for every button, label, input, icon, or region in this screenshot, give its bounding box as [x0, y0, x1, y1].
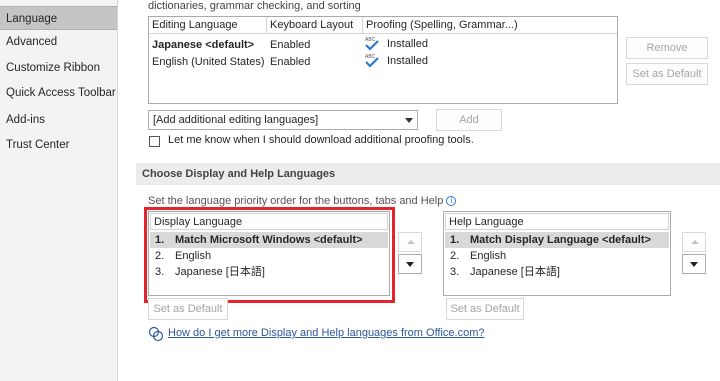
set-editing-default-button[interactable]: Set as Default	[626, 63, 708, 85]
add-language-button[interactable]: Add	[436, 109, 502, 131]
display-language-list[interactable]: Display Language 1. Match Microsoft Windo…	[148, 211, 390, 296]
language-options-panel: dictionaries, grammar checking, and sort…	[126, 0, 720, 381]
add-editing-language-value: [Add additional editing languages]	[153, 114, 319, 126]
display-language-item[interactable]: 2. English	[150, 248, 388, 264]
help-language-header: Help Language	[445, 213, 669, 230]
globe-link-icon	[148, 326, 164, 342]
download-proofing-checkbox[interactable]	[149, 136, 160, 147]
section-header-display-help: Choose Display and Help Languages	[136, 163, 720, 185]
info-icon[interactable]: i	[446, 196, 457, 207]
remove-button[interactable]: Remove	[626, 37, 708, 59]
chevron-down-icon	[406, 262, 414, 267]
chevron-down-icon	[690, 262, 698, 267]
editing-row-language[interactable]: English (United States)	[152, 54, 265, 70]
help-language-item[interactable]: 1. Match Display Language <default>	[445, 232, 669, 248]
help-move-up-button[interactable]	[682, 232, 706, 252]
set-help-default-button[interactable]: Set as Default	[446, 298, 524, 320]
editing-intro-text: dictionaries, grammar checking, and sort…	[148, 0, 361, 12]
editing-row-language[interactable]: Japanese <default>	[152, 37, 254, 53]
editing-row-proofing: Installed	[387, 38, 428, 50]
help-language-item[interactable]: 2. English	[445, 248, 669, 264]
chevron-down-icon	[405, 118, 413, 123]
display-language-item[interactable]: 3. Japanese [日本語]	[150, 264, 388, 280]
display-language-item[interactable]: 1. Match Microsoft Windows <default>	[150, 232, 388, 248]
sidebar-item-trust-center[interactable]: Trust Center	[0, 133, 117, 157]
column-header-editing-language[interactable]: Editing Language	[149, 17, 267, 34]
chevron-up-icon	[407, 240, 415, 244]
help-language-item[interactable]: 3. Japanese [日本語]	[445, 264, 669, 280]
options-sidebar: Language Advanced Customize Ribbon Quick…	[0, 0, 118, 381]
sidebar-item-language[interactable]: Language	[0, 6, 117, 30]
display-language-header: Display Language	[150, 213, 388, 230]
help-language-list[interactable]: Help Language 1. Match Display Language <…	[443, 211, 671, 296]
proofing-check-icon: ABC	[364, 53, 380, 69]
more-languages-link[interactable]: How do I get more Display and Help langu…	[168, 327, 485, 339]
sidebar-item-add-ins[interactable]: Add-ins	[0, 108, 117, 132]
sidebar-item-customize-ribbon[interactable]: Customize Ribbon	[0, 56, 117, 80]
display-move-down-button[interactable]	[398, 254, 422, 274]
chevron-up-icon	[691, 240, 699, 244]
set-display-default-button[interactable]: Set as Default	[148, 298, 228, 320]
svg-text:ABC: ABC	[365, 54, 376, 60]
sidebar-item-quick-access-toolbar[interactable]: Quick Access Toolbar	[0, 81, 117, 105]
column-header-keyboard-layout[interactable]: Keyboard Layout	[267, 17, 363, 34]
svg-text:ABC: ABC	[365, 37, 376, 43]
display-move-up-button[interactable]	[398, 232, 422, 252]
help-move-down-button[interactable]	[682, 254, 706, 274]
editing-row-keyboard: Enabled	[270, 56, 311, 68]
add-editing-language-dropdown[interactable]: [Add additional editing languages]	[148, 110, 418, 130]
editing-row-keyboard: Enabled	[270, 39, 311, 51]
language-priority-instruction: Set the language priority order for the …	[148, 195, 457, 207]
proofing-check-icon: ABC	[364, 36, 380, 52]
editing-row-proofing: Installed	[387, 55, 428, 67]
sidebar-item-advanced[interactable]: Advanced	[0, 30, 117, 54]
download-proofing-label: Let me know when I should download addit…	[168, 134, 474, 146]
editing-language-table[interactable]: Editing Language Keyboard Layout Proofin…	[148, 16, 618, 104]
column-header-proofing[interactable]: Proofing (Spelling, Grammar...)	[363, 17, 617, 34]
